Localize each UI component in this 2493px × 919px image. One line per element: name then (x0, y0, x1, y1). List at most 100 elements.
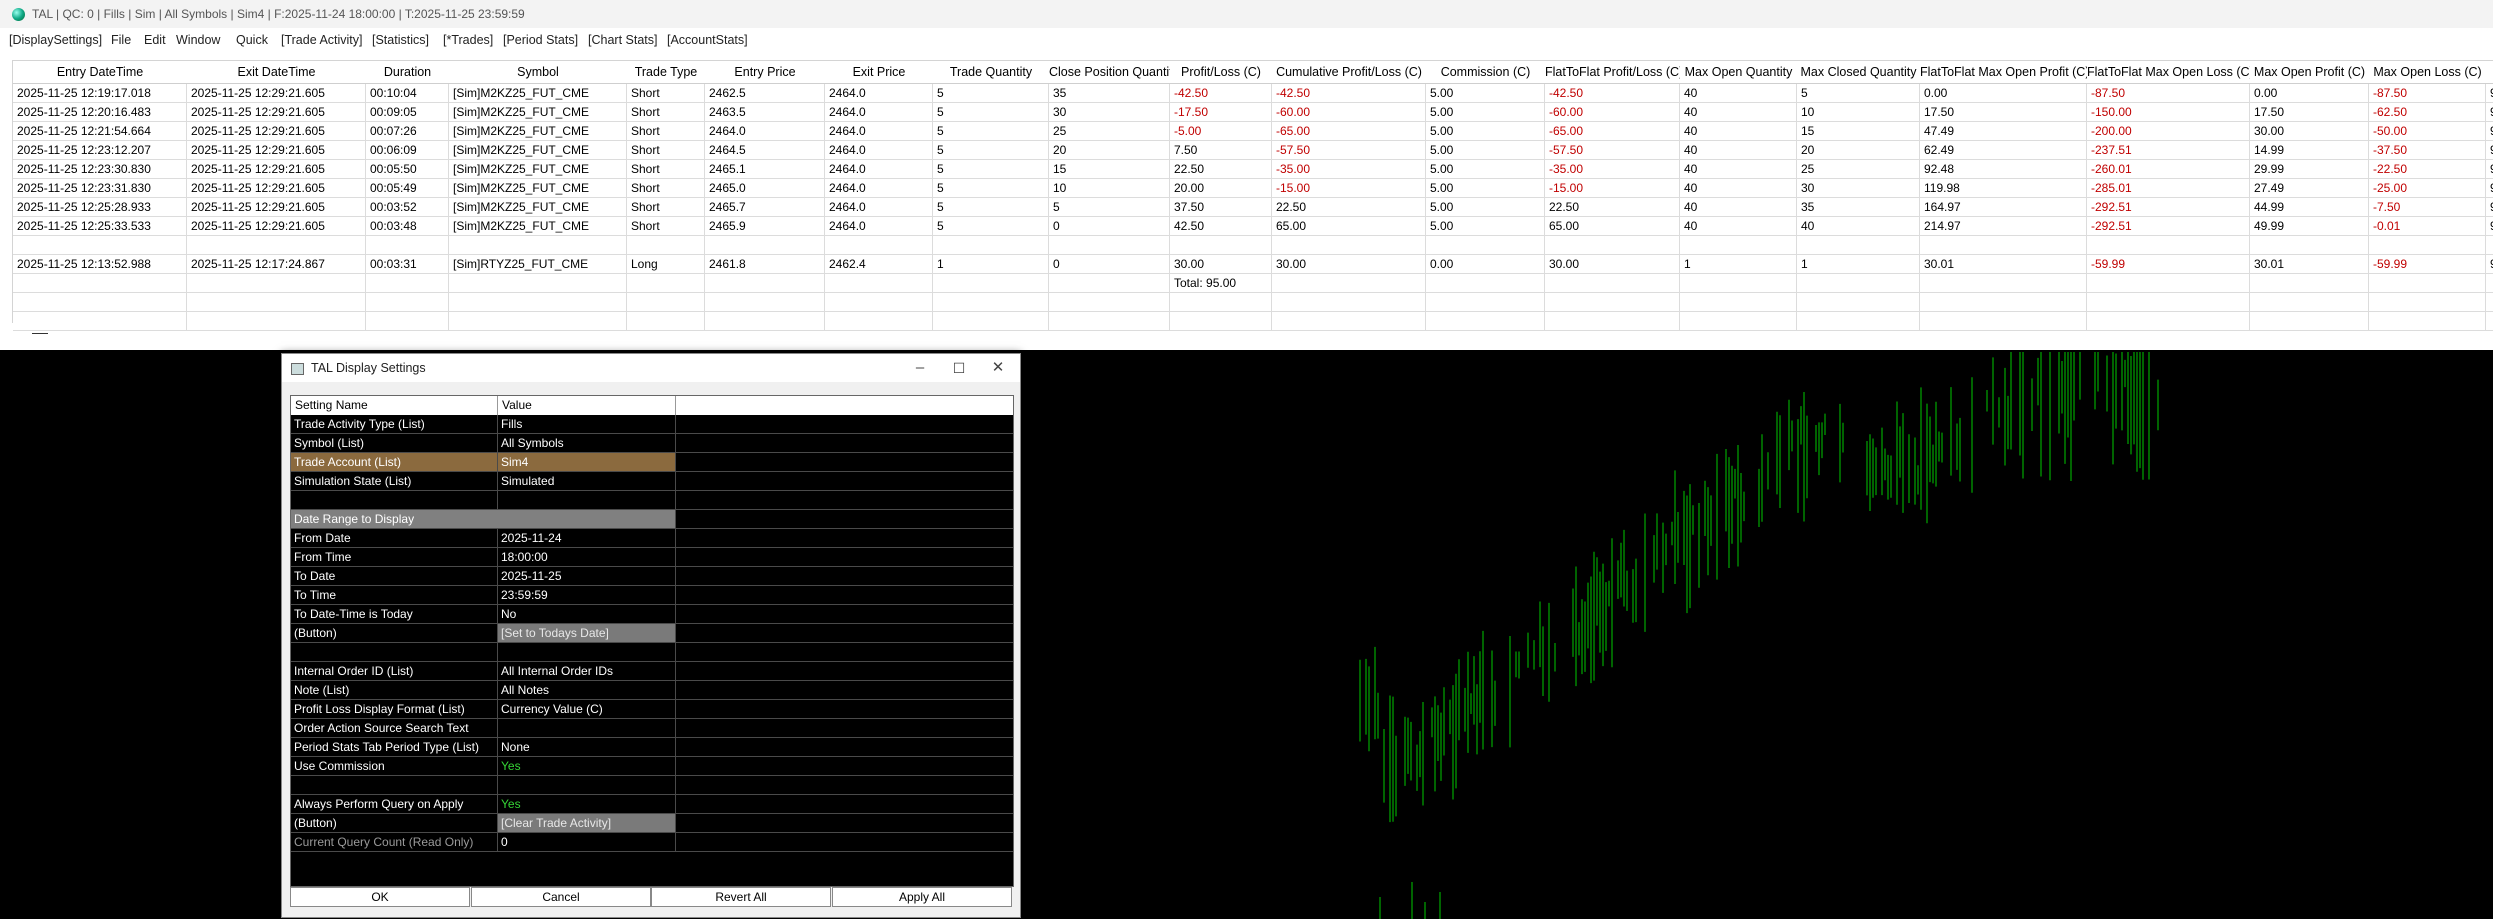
column-header-entry-price[interactable]: Entry Price (705, 61, 826, 84)
table-cell-duration[interactable]: 00:03:31 (366, 255, 449, 274)
table-cell-trade-type[interactable]: Short (627, 217, 705, 236)
table-cell-max-open-loss[interactable] (2369, 293, 2486, 312)
menu-item-trades[interactable]: [*Trades] (443, 33, 493, 47)
table-cell-commission[interactable]: 5.00 (1426, 198, 1545, 217)
setting-value[interactable]: No (498, 605, 676, 624)
table-cell-commission[interactable] (1426, 236, 1545, 255)
settings-row[interactable]: Trade Account (List) Sim4 (291, 453, 1013, 472)
setting-value[interactable]: 2025-11-24 (498, 529, 676, 548)
setting-value[interactable]: 0 (498, 833, 676, 852)
settings-row[interactable]: From Date 2025-11-24 (291, 529, 1013, 548)
setting-value[interactable] (498, 643, 676, 662)
table-cell-entry-price[interactable]: 2463.5 (705, 103, 825, 122)
table-cell-symbol[interactable]: [Sim]M2KZ25_FUT_CME (449, 198, 627, 217)
table-cell-commission[interactable]: 5.00 (1426, 160, 1545, 179)
table-cell-trade-type[interactable]: Short (627, 179, 705, 198)
settings-row[interactable]: Use Commission Yes (291, 757, 1013, 776)
table-cell-max-closed-quantity[interactable]: 30 (1797, 179, 1920, 198)
table-cell-flat-to-flat-max-open-loss[interactable]: -150.00 (2087, 103, 2250, 122)
table-cell-symbol[interactable] (449, 312, 627, 331)
table-cell-flat-to-flat-max-open-loss[interactable] (2087, 236, 2250, 255)
table-cell-trade-quantity[interactable] (933, 274, 1049, 293)
table-cell-flat-to-flat-max-open-profit[interactable]: 214.97 (1920, 217, 2087, 236)
table-cell-entry-datetime[interactable] (13, 274, 187, 293)
table-cell-profit-loss[interactable]: Total: 95.00 (1170, 274, 1272, 293)
table-cell-cumulative-profit-loss[interactable]: -42.50 (1272, 84, 1426, 103)
table-cell-exit-price[interactable]: 2464.0 (825, 103, 933, 122)
table-cell-duration[interactable]: 00:05:50 (366, 160, 449, 179)
column-header-profit-loss[interactable]: Profit/Loss (C) (1170, 61, 1273, 84)
settings-row[interactable]: To Time 23:59:59 (291, 586, 1013, 605)
table-cell-exit-datetime[interactable] (187, 312, 366, 331)
table-cell-max-open-profit[interactable] (2250, 274, 2369, 293)
table-cell-flat-to-flat-max-open-profit[interactable] (1920, 236, 2087, 255)
column-header-max-open-loss[interactable]: Max Open Loss (C) (2369, 61, 2487, 84)
setting-value[interactable] (498, 776, 676, 795)
table-cell-profit-loss[interactable]: -42.50 (1170, 84, 1272, 103)
menu-item-chartstats[interactable]: [Chart Stats] (588, 33, 657, 47)
table-cell-flat-to-flat-max-open-loss[interactable]: -292.51 (2087, 217, 2250, 236)
table-cell-trade-type[interactable]: Short (627, 160, 705, 179)
table-cell-entry-price[interactable]: 2461.8 (705, 255, 825, 274)
table-cell-cumulative-profit-loss[interactable]: 30.00 (1272, 255, 1426, 274)
table-cell-entry-datetime[interactable]: 2025-11-25 12:23:12.207 (13, 141, 187, 160)
table-cell-exit-datetime[interactable] (187, 236, 366, 255)
table-cell-max-open-profit[interactable]: 14.99 (2250, 141, 2369, 160)
table-cell-max-open-profit[interactable]: 44.99 (2250, 198, 2369, 217)
table-cell-cumulative-profit-loss[interactable] (1272, 293, 1426, 312)
table-cell-commission[interactable]: 5.00 (1426, 217, 1545, 236)
table-cell-extra[interactable]: 9 (2486, 160, 2493, 179)
table-cell-symbol[interactable]: [Sim]M2KZ25_FUT_CME (449, 217, 627, 236)
setting-value[interactable]: 18:00:00 (498, 548, 676, 567)
table-cell-max-open-loss[interactable]: -59.99 (2369, 255, 2486, 274)
table-cell-entry-price[interactable] (705, 312, 825, 331)
settings-row[interactable] (291, 776, 1013, 795)
settings-row[interactable]: Simulation State (List) Simulated (291, 472, 1013, 491)
menu-item-quick[interactable]: Quick (236, 33, 268, 47)
table-cell-symbol[interactable]: [Sim]M2KZ25_FUT_CME (449, 179, 627, 198)
table-cell-commission[interactable]: 5.00 (1426, 103, 1545, 122)
table-cell-exit-datetime[interactable]: 2025-11-25 12:29:21.605 (187, 141, 366, 160)
table-cell-profit-loss[interactable]: 7.50 (1170, 141, 1272, 160)
table-cell-max-open-profit[interactable]: 0.00 (2250, 84, 2369, 103)
table-cell-flat-to-flat-max-open-profit[interactable]: 119.98 (1920, 179, 2087, 198)
column-header-exit-datetime[interactable]: Exit DateTime (187, 61, 367, 84)
table-cell-trade-quantity[interactable]: 5 (933, 141, 1049, 160)
apply-all-button[interactable]: Apply All (832, 887, 1012, 907)
table-cell-flat-to-flat-max-open-profit[interactable]: 17.50 (1920, 103, 2087, 122)
settings-section-header[interactable]: Date Range to Display (291, 510, 1013, 529)
table-cell-flat-to-flat-max-open-loss[interactable]: -237.51 (2087, 141, 2250, 160)
table-cell-entry-price[interactable]: 2464.5 (705, 141, 825, 160)
table-cell-max-open-loss[interactable]: -25.00 (2369, 179, 2486, 198)
table-cell-flat-to-flat-max-open-profit[interactable] (1920, 274, 2087, 293)
table-cell-flat-to-flat-profit-loss[interactable] (1545, 236, 1680, 255)
settings-row[interactable]: Always Perform Query on Apply Yes (291, 795, 1013, 814)
table-cell-close-position-quantity[interactable]: 5 (1049, 198, 1170, 217)
table-cell-max-open-quantity[interactable]: 40 (1680, 103, 1797, 122)
column-header-symbol[interactable]: Symbol (449, 61, 628, 84)
setting-value[interactable]: Currency Value (C) (498, 700, 676, 719)
table-cell-symbol[interactable] (449, 293, 627, 312)
table-cell-max-open-quantity[interactable]: 40 (1680, 84, 1797, 103)
table-cell-flat-to-flat-max-open-loss[interactable]: -285.01 (2087, 179, 2250, 198)
table-cell-exit-price[interactable] (825, 274, 933, 293)
column-header-trade-quantity[interactable]: Trade Quantity (933, 61, 1050, 84)
settings-row[interactable]: Current Query Count (Read Only) 0 (291, 833, 1013, 852)
table-cell-flat-to-flat-max-open-profit[interactable]: 0.00 (1920, 84, 2087, 103)
table-cell-trade-quantity[interactable]: 5 (933, 160, 1049, 179)
table-cell-max-closed-quantity[interactable]: 40 (1797, 217, 1920, 236)
table-cell-cumulative-profit-loss[interactable]: -15.00 (1272, 179, 1426, 198)
table-cell-max-open-profit[interactable] (2250, 293, 2369, 312)
table-cell-close-position-quantity[interactable]: 25 (1049, 122, 1170, 141)
setting-value[interactable] (498, 491, 676, 510)
setting-value[interactable]: 2025-11-25 (498, 567, 676, 586)
settings-row[interactable]: To Date 2025-11-25 (291, 567, 1013, 586)
column-header-flat-to-flat-max-open-loss[interactable]: FlatToFlat Max Open Loss (C) (2087, 61, 2251, 84)
table-cell-close-position-quantity[interactable]: 15 (1049, 160, 1170, 179)
table-cell-close-position-quantity[interactable] (1049, 293, 1170, 312)
table-cell-exit-price[interactable]: 2464.0 (825, 160, 933, 179)
table-cell-duration[interactable]: 00:06:09 (366, 141, 449, 160)
table-cell-entry-price[interactable]: 2465.7 (705, 198, 825, 217)
table-cell-exit-datetime[interactable]: 2025-11-25 12:29:21.605 (187, 179, 366, 198)
table-cell-flat-to-flat-profit-loss[interactable]: -60.00 (1545, 103, 1680, 122)
